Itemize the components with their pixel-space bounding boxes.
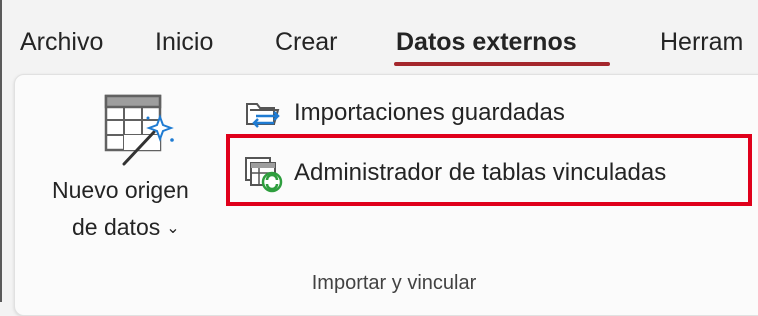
tab-herramientas[interactable]: Herram <box>660 28 743 57</box>
new-data-source-label-line2: de datos ⌄ <box>72 214 180 240</box>
chevron-down-icon: ⌄ <box>166 220 180 237</box>
active-tab-indicator <box>394 62 610 66</box>
saved-imports-icon <box>244 96 284 135</box>
linked-table-manager-button[interactable]: Administrador de tablas vinculadas <box>244 152 744 193</box>
new-data-source-button[interactable]: Nuevo origen de datos ⌄ <box>40 88 220 268</box>
tab-datos-externos[interactable]: Datos externos <box>396 28 577 57</box>
table-wand-icon <box>102 92 182 177</box>
new-data-source-label-line1: Nuevo origen <box>52 177 189 203</box>
ribbon-tab-strip: Archivo Inicio Crear Datos externos Herr… <box>0 0 758 74</box>
saved-imports-button[interactable]: Importaciones guardadas <box>244 92 614 132</box>
tab-crear[interactable]: Crear <box>275 28 338 57</box>
group-label: Importar y vincular <box>311 272 477 294</box>
tab-inicio[interactable]: Inicio <box>155 28 213 57</box>
saved-imports-label: Importaciones guardadas <box>294 99 565 126</box>
linked-table-manager-icon <box>244 156 284 199</box>
tab-archivo[interactable]: Archivo <box>20 28 103 57</box>
linked-table-manager-label: Administrador de tablas vinculadas <box>294 159 667 186</box>
